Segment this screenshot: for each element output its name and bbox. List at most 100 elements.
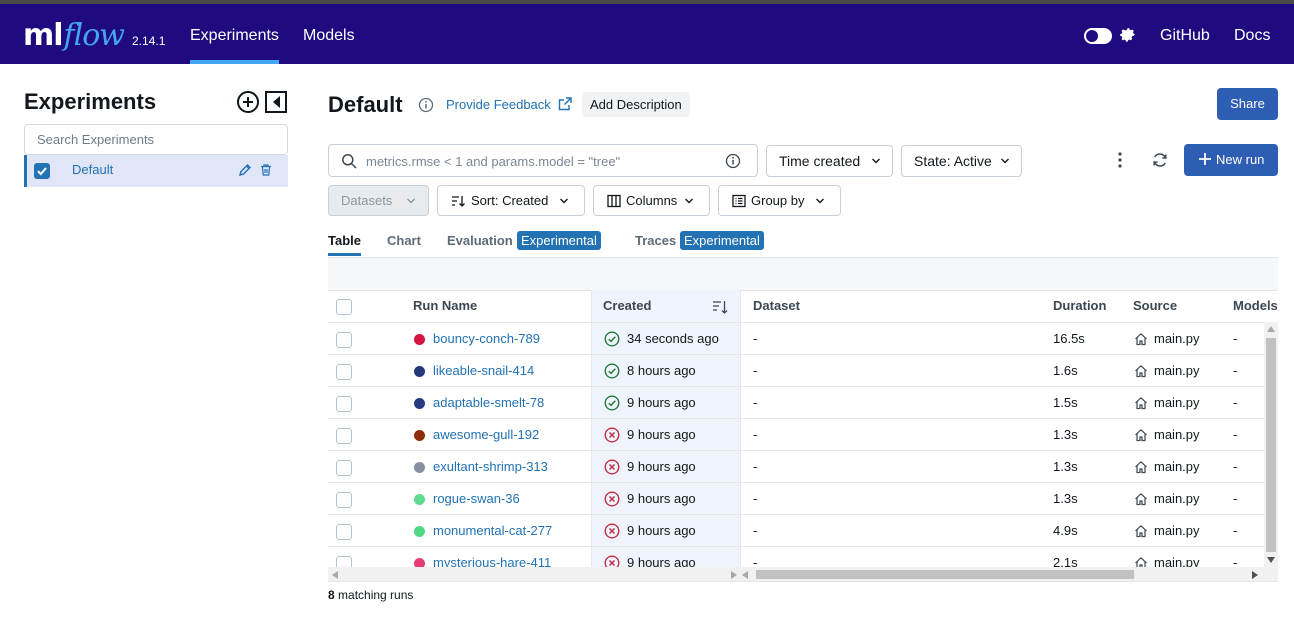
chevron-down-icon <box>816 198 824 204</box>
row-checkbox[interactable] <box>336 396 352 412</box>
run-color-dot[interactable] <box>414 398 425 409</box>
tab-chart[interactable]: Chart <box>387 233 421 248</box>
horizontal-scrollbar[interactable] <box>328 567 1278 582</box>
edit-icon[interactable] <box>237 162 253 178</box>
created-time: 9 hours ago <box>627 459 696 474</box>
run-color-dot[interactable] <box>414 462 425 473</box>
table-row[interactable]: mysterious-hare-411 9 hours ago - 2.1s main.… <box>328 547 1264 567</box>
add-description-button[interactable]: Add Description <box>582 92 690 117</box>
columns-dropdown[interactable]: Columns <box>593 185 710 216</box>
state-filter-dropdown[interactable]: State: Active <box>901 145 1022 177</box>
columns-label: Columns <box>626 193 678 208</box>
source-cell[interactable]: main.py <box>1154 451 1200 483</box>
add-experiment-icon[interactable] <box>236 90 260 114</box>
scroll-down-arrow-icon[interactable] <box>1267 557 1275 563</box>
trash-icon[interactable] <box>259 163 273 177</box>
header-source[interactable]: Source <box>1133 290 1177 322</box>
run-name-link[interactable]: mysterious-hare-411 <box>433 547 551 567</box>
experiment-checkbox[interactable] <box>34 163 50 179</box>
collapse-sidebar-icon[interactable] <box>264 90 288 114</box>
row-checkbox[interactable] <box>336 556 352 567</box>
chevron-down-icon <box>685 198 693 204</box>
row-checkbox[interactable] <box>336 460 352 476</box>
run-name-link[interactable]: awesome-gull-192 <box>433 419 539 451</box>
row-checkbox[interactable] <box>336 524 352 540</box>
run-search-input[interactable]: metrics.rmse < 1 and params.model = "tre… <box>328 144 758 177</box>
nav-tab-models[interactable]: Models <box>303 4 355 64</box>
horizontal-scroll-thumb[interactable] <box>756 570 1134 579</box>
source-cell[interactable]: main.py <box>1154 419 1200 451</box>
external-link-icon[interactable] <box>557 96 573 112</box>
provide-feedback-link[interactable]: Provide Feedback <box>446 97 551 112</box>
run-name-link[interactable]: bouncy-conch-789 <box>433 323 540 355</box>
scroll-left-arrow-icon[interactable] <box>742 571 748 579</box>
sort-dropdown[interactable]: Sort: Created <box>437 185 585 216</box>
row-checkbox[interactable] <box>336 428 352 444</box>
info-icon[interactable] <box>418 97 434 113</box>
docs-link[interactable]: Docs <box>1234 4 1270 68</box>
gear-icon[interactable] <box>1119 26 1137 44</box>
datasets-dropdown[interactable]: Datasets <box>328 185 429 216</box>
share-button[interactable]: Share <box>1217 88 1278 120</box>
source-cell[interactable]: main.py <box>1154 547 1200 567</box>
refresh-icon[interactable] <box>1152 152 1168 168</box>
scroll-right-arrow-icon[interactable] <box>731 571 737 579</box>
table-row[interactable]: likeable-snail-414 8 hours ago - 1.6s main.p… <box>328 355 1264 387</box>
new-run-button[interactable]: New run <box>1184 144 1278 176</box>
select-all-checkbox[interactable] <box>336 299 352 315</box>
table-row[interactable]: exultant-shrimp-313 9 hours ago - 1.3s main.… <box>328 451 1264 483</box>
sidebar-item-default[interactable]: Default <box>24 155 288 187</box>
row-checkbox[interactable] <box>336 492 352 508</box>
mlflow-logo[interactable]: ml flow 2.14.1 <box>23 18 165 54</box>
run-color-dot[interactable] <box>414 558 425 567</box>
header-dataset[interactable]: Dataset <box>753 290 800 322</box>
row-checkbox[interactable] <box>336 332 352 348</box>
run-name-link[interactable]: exultant-shrimp-313 <box>433 451 548 483</box>
search-help-icon[interactable] <box>725 153 741 169</box>
source-cell[interactable]: main.py <box>1154 355 1200 387</box>
tab-evaluation[interactable]: Evaluation <box>447 233 513 248</box>
run-name-link[interactable]: adaptable-smelt-78 <box>433 387 544 419</box>
duration-cell: 1.3s <box>1053 491 1078 506</box>
run-color-dot[interactable] <box>414 334 425 345</box>
models-cell: - <box>1233 331 1238 346</box>
table-row[interactable]: adaptable-smelt-78 9 hours ago - 1.5s main.p… <box>328 387 1264 419</box>
run-name-link[interactable]: monumental-cat-277 <box>433 515 552 547</box>
theme-toggle[interactable] <box>1084 28 1112 44</box>
tab-traces[interactable]: Traces <box>635 233 676 248</box>
time-created-dropdown[interactable]: Time created <box>766 145 893 177</box>
experiment-search-input[interactable]: Search Experiments <box>24 124 288 155</box>
sort-desc-icon[interactable] <box>712 299 728 315</box>
table-row[interactable]: bouncy-conch-789 34 seconds ago - 16.5s main… <box>328 323 1264 355</box>
header-duration[interactable]: Duration <box>1053 290 1106 322</box>
source-cell[interactable]: main.py <box>1154 323 1200 355</box>
run-color-dot[interactable] <box>414 430 425 441</box>
source-cell[interactable]: main.py <box>1154 483 1200 515</box>
tab-table[interactable]: Table <box>328 233 361 256</box>
group-by-dropdown[interactable]: Group by <box>718 185 841 216</box>
table-row[interactable]: awesome-gull-192 9 hours ago - 1.3s main.py - <box>328 419 1264 451</box>
run-color-dot[interactable] <box>414 494 425 505</box>
search-icon <box>342 154 357 169</box>
header-created[interactable]: Created <box>603 290 651 322</box>
scroll-left-arrow-icon[interactable] <box>332 571 338 579</box>
run-name-link[interactable]: rogue-swan-36 <box>433 483 520 515</box>
time-created-label: Time created <box>779 153 861 169</box>
header-run-name[interactable]: Run Name <box>413 290 477 322</box>
nav-tab-experiments[interactable]: Experiments <box>190 4 279 64</box>
scroll-right-arrow-icon[interactable] <box>1252 571 1258 579</box>
table-row[interactable]: rogue-swan-36 9 hours ago - 1.3s main.py - <box>328 483 1264 515</box>
scroll-up-arrow-icon[interactable] <box>1267 326 1275 332</box>
vertical-scroll-thumb[interactable] <box>1266 338 1276 552</box>
table-row[interactable]: monumental-cat-277 9 hours ago - 4.9s main.p… <box>328 515 1264 547</box>
source-cell[interactable]: main.py <box>1154 387 1200 419</box>
header-models[interactable]: Models <box>1233 290 1278 322</box>
run-color-dot[interactable] <box>414 366 425 377</box>
run-name-link[interactable]: likeable-snail-414 <box>433 355 534 387</box>
row-checkbox[interactable] <box>336 364 352 380</box>
vertical-scrollbar[interactable] <box>1264 322 1278 567</box>
run-color-dot[interactable] <box>414 526 425 537</box>
more-options-icon[interactable] <box>1112 151 1128 169</box>
github-link[interactable]: GitHub <box>1160 4 1210 68</box>
source-cell[interactable]: main.py <box>1154 515 1200 547</box>
